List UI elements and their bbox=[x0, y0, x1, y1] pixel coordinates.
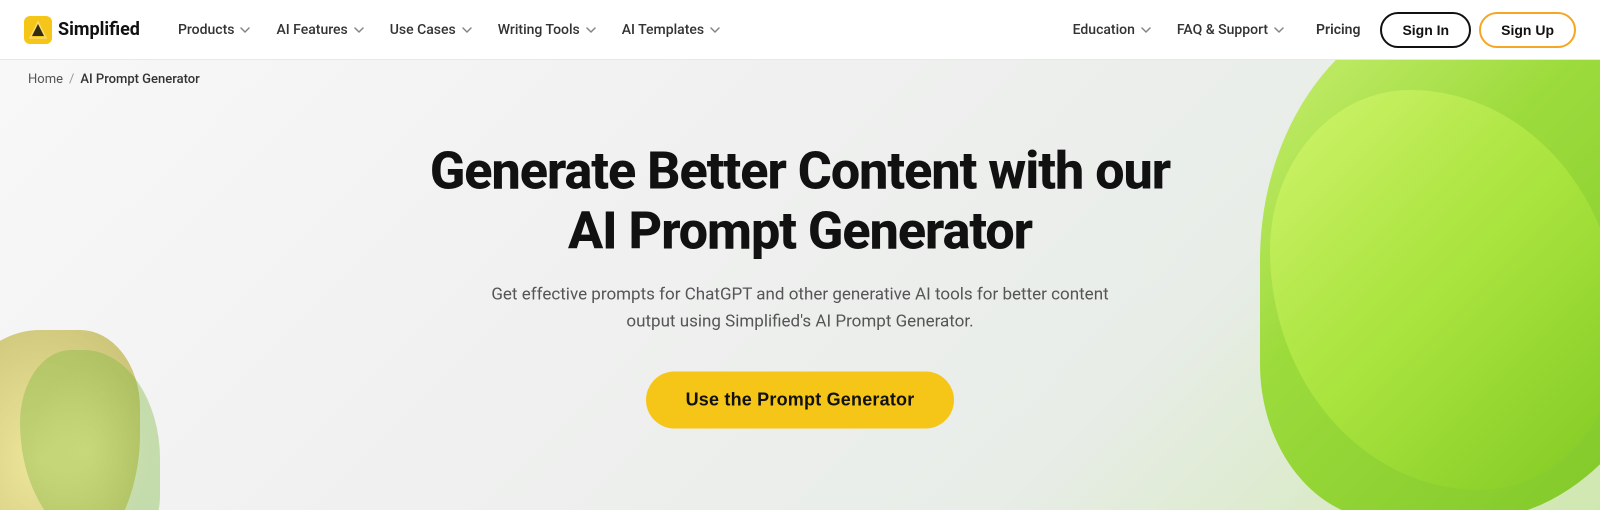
hero-title-line1: Generate Better Content with our bbox=[430, 141, 1170, 202]
logo[interactable]: Simplified bbox=[24, 16, 140, 44]
nav-item-use-cases[interactable]: Use Cases bbox=[380, 16, 484, 44]
breadcrumb-current: AI Prompt Generator bbox=[80, 72, 199, 87]
logo-text: Simplified bbox=[58, 19, 140, 40]
main-area: Home / AI Prompt Generator Generate Bett… bbox=[0, 60, 1600, 510]
blob-green-left bbox=[20, 350, 160, 510]
nav-item-writing-tools[interactable]: Writing Tools bbox=[488, 16, 608, 44]
chevron-down-icon bbox=[238, 23, 252, 37]
nav-item-faq-support[interactable]: FAQ & Support bbox=[1167, 16, 1296, 44]
logo-icon bbox=[24, 16, 52, 44]
breadcrumb: Home / AI Prompt Generator bbox=[28, 72, 200, 87]
cta-button[interactable]: Use the Prompt Generator bbox=[646, 371, 955, 428]
chevron-down-icon bbox=[708, 23, 722, 37]
nav-right: Education FAQ & Support Pricing Sign In … bbox=[1063, 12, 1576, 48]
nav-label-faq-support: FAQ & Support bbox=[1177, 22, 1268, 38]
nav-label-ai-features: AI Features bbox=[276, 22, 347, 38]
nav-item-ai-features[interactable]: AI Features bbox=[266, 16, 375, 44]
nav-right-links: Education FAQ & Support bbox=[1063, 16, 1296, 44]
nav-label-education: Education bbox=[1073, 22, 1135, 38]
hero-title-line2: AI Prompt Generator bbox=[568, 200, 1032, 261]
chevron-down-icon bbox=[584, 23, 598, 37]
hero-content: Generate Better Content with our AI Prom… bbox=[410, 142, 1190, 429]
nav-links: Products AI Features Use Cases Writing T… bbox=[168, 16, 1063, 44]
nav-item-products[interactable]: Products bbox=[168, 16, 263, 44]
nav-label-writing-tools: Writing Tools bbox=[498, 22, 580, 38]
sign-in-button[interactable]: Sign In bbox=[1380, 12, 1471, 48]
nav-label-products: Products bbox=[178, 22, 235, 38]
nav-label-use-cases: Use Cases bbox=[390, 22, 456, 38]
chevron-down-icon bbox=[460, 23, 474, 37]
chevron-down-icon bbox=[1272, 23, 1286, 37]
chevron-down-icon bbox=[352, 23, 366, 37]
breadcrumb-separator: / bbox=[69, 72, 74, 87]
nav-item-education[interactable]: Education bbox=[1063, 16, 1163, 44]
hero-subtitle: Get effective prompts for ChatGPT and ot… bbox=[490, 281, 1110, 335]
navbar: Simplified Products AI Features Use Case… bbox=[0, 0, 1600, 60]
pricing-link[interactable]: Pricing bbox=[1304, 16, 1372, 44]
breadcrumb-home[interactable]: Home bbox=[28, 72, 63, 87]
chevron-down-icon bbox=[1139, 23, 1153, 37]
nav-item-ai-templates[interactable]: AI Templates bbox=[612, 16, 732, 44]
sign-up-button[interactable]: Sign Up bbox=[1479, 12, 1576, 48]
nav-label-ai-templates: AI Templates bbox=[622, 22, 704, 38]
hero-title: Generate Better Content with our AI Prom… bbox=[410, 142, 1190, 262]
